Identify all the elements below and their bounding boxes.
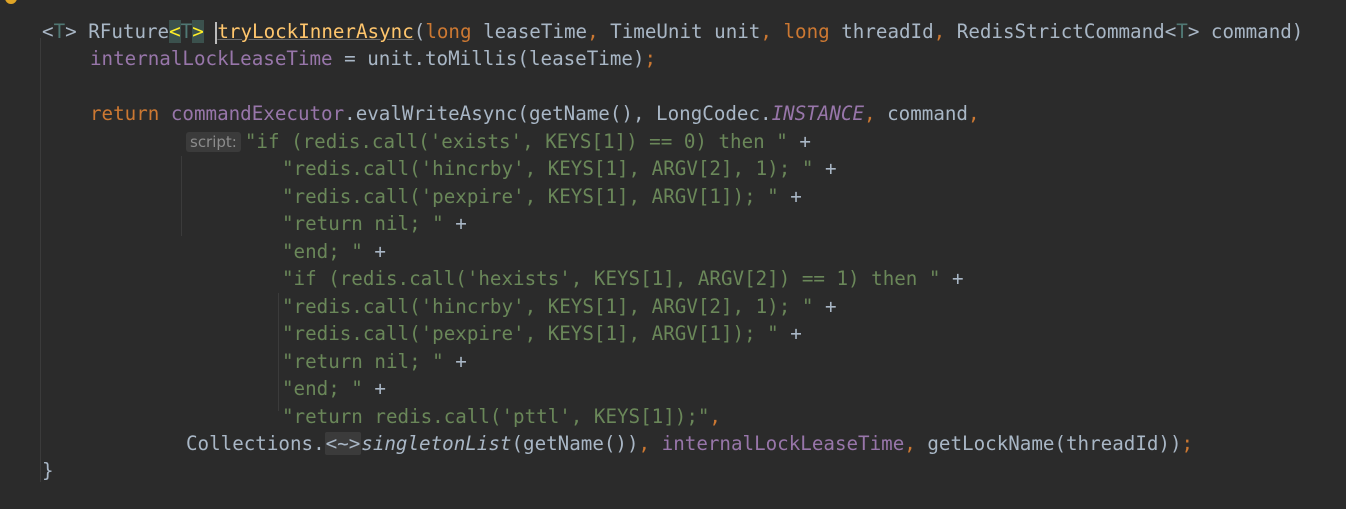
token: < xyxy=(42,20,54,43)
lightbulb-icon[interactable] xyxy=(5,0,17,4)
code-line-script-5[interactable]: "end; " + xyxy=(282,238,386,265)
param: threadId xyxy=(829,20,934,43)
operator: + xyxy=(778,322,802,345)
field-ref: commandExecutor xyxy=(170,102,345,125)
return-type: RFuture xyxy=(88,20,170,43)
comma: , xyxy=(638,432,651,455)
string-literal: "redis.call('hincrby', KEYS[1], ARGV[2],… xyxy=(282,157,814,180)
code-line-script-8[interactable]: "redis.call('pexpire', KEYS[1], ARGV[1])… xyxy=(282,320,802,347)
expression: (getName()) xyxy=(511,432,639,455)
method-name[interactable]: tryLockInnerAsync xyxy=(217,20,413,43)
field-ref: internalLockLeaseTime xyxy=(90,47,333,70)
operator: + xyxy=(787,130,811,153)
static-method: singletonList xyxy=(361,432,512,455)
operator: + xyxy=(443,212,467,235)
param: RedisStrictCommand< xyxy=(956,20,1177,43)
string-literal: "return redis.call('pttl', KEYS[1]);" xyxy=(282,405,710,428)
comma: , xyxy=(864,102,876,125)
comma: , xyxy=(760,20,784,43)
class-ref: Collections. xyxy=(186,432,325,455)
code-line-script-2[interactable]: "redis.call('hincrby', KEYS[1], ARGV[2],… xyxy=(282,155,837,182)
operator: + xyxy=(362,377,386,400)
type-param: T xyxy=(53,20,66,43)
folded-generic-type[interactable]: <~> xyxy=(324,432,362,455)
string-literal: "redis.call('hincrby', KEYS[1], ARGV[2],… xyxy=(282,295,814,318)
type-param: T xyxy=(1176,20,1188,43)
code-line-script-7[interactable]: "redis.call('hincrby', KEYS[1], ARGV[2],… xyxy=(282,293,837,320)
comma: , xyxy=(587,20,611,43)
code-line-script-11[interactable]: "return redis.call('pttl', KEYS[1]);", xyxy=(282,403,721,430)
code-line-script-1[interactable]: script: "if (redis.call('exists', KEYS[1]… xyxy=(186,128,811,155)
operator: + xyxy=(362,240,386,263)
token: ( xyxy=(413,20,426,43)
string-literal: "return nil; " xyxy=(282,350,444,373)
string-literal: "if (redis.call('hexists', KEYS[1], ARGV… xyxy=(282,267,941,290)
code-line-script-4[interactable]: "return nil; " + xyxy=(282,210,467,237)
code-line-signature[interactable]: <T> RFuture<T> tryLockInnerAsync(long le… xyxy=(42,18,1303,45)
keyword: long xyxy=(783,20,830,43)
code-line-collections[interactable]: Collections.<~>singletonList(getName()),… xyxy=(186,430,1193,457)
code-line-script-9[interactable]: "return nil; " + xyxy=(282,348,467,375)
param: > command) xyxy=(1187,20,1304,43)
parameter-hint: script: xyxy=(186,132,241,152)
code-line-assignment[interactable]: internalLockLeaseTime = unit.toMillis(le… xyxy=(90,45,656,72)
code-line-script-6[interactable]: "if (redis.call('hexists', KEYS[1], ARGV… xyxy=(282,265,964,292)
operator: + xyxy=(443,350,467,373)
semicolon: ; xyxy=(1181,432,1194,455)
matched-bracket: < xyxy=(169,20,181,43)
operator: + xyxy=(940,267,964,290)
param: TimeUnit unit xyxy=(610,20,761,43)
comma: , xyxy=(967,102,980,125)
param: leaseTime xyxy=(471,20,588,43)
semicolon: ; xyxy=(644,47,657,70)
string-literal: "return nil; " xyxy=(282,212,444,235)
type-param: T xyxy=(180,20,193,43)
matched-bracket: > xyxy=(192,20,204,43)
closing-brace: } xyxy=(42,459,54,482)
string-literal: "end; " xyxy=(282,240,363,263)
keyword: long xyxy=(425,20,472,43)
comma: , xyxy=(933,20,957,43)
field-ref: internalLockLeaseTime xyxy=(650,432,905,455)
indent-guide xyxy=(278,293,279,411)
operator: + xyxy=(778,185,802,208)
comma: , xyxy=(904,432,916,455)
static-field: INSTANCE xyxy=(771,102,864,125)
keyword: return xyxy=(90,102,160,125)
arg: command xyxy=(875,102,968,125)
code-line-script-10[interactable]: "end; " + xyxy=(282,375,386,402)
expression: = unit.toMillis(leaseTime) xyxy=(332,47,645,70)
code-line-script-3[interactable]: "redis.call('pexpire', KEYS[1], ARGV[1])… xyxy=(282,183,802,210)
expression: getLockName(threadId)) xyxy=(915,432,1182,455)
code-line-return[interactable]: return commandExecutor.evalWriteAsync(ge… xyxy=(90,100,980,127)
indent-guide xyxy=(40,38,41,482)
string-literal: "redis.call('pexpire', KEYS[1], ARGV[1])… xyxy=(282,322,779,345)
code-editor[interactable]: <T> RFuture<T> tryLockInnerAsync(long le… xyxy=(0,0,1346,509)
code-line-close-brace[interactable]: } xyxy=(42,457,54,484)
expression: .evalWriteAsync(getName(), LongCodec. xyxy=(344,102,772,125)
indent-guide xyxy=(181,156,182,236)
operator: + xyxy=(813,157,837,180)
string-literal: "end; " xyxy=(282,377,363,400)
token: > xyxy=(65,20,89,43)
operator: + xyxy=(813,295,837,318)
comma: , xyxy=(709,405,721,428)
string-literal: "if (redis.call('exists', KEYS[1]) == 0)… xyxy=(244,130,788,153)
string-literal: "redis.call('pexpire', KEYS[1], ARGV[1])… xyxy=(282,185,779,208)
